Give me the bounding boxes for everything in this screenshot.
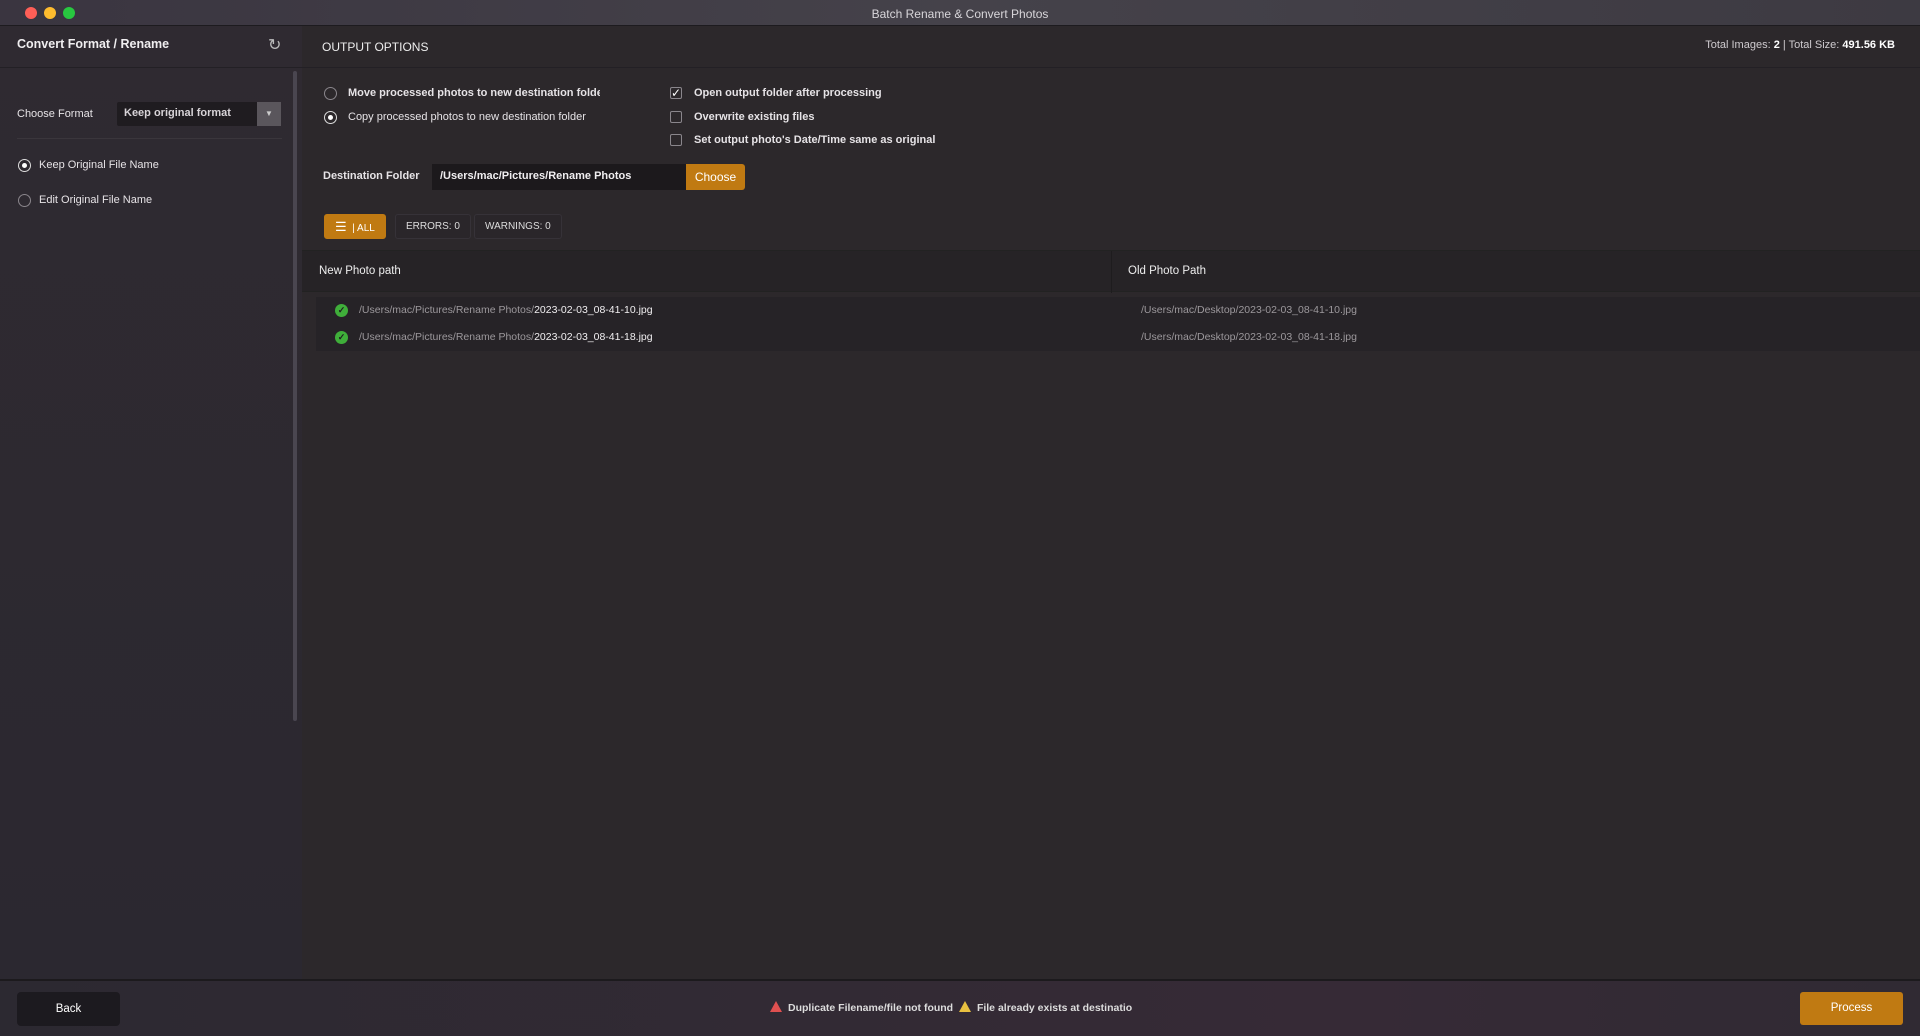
section-title: OUTPUT OPTIONS [322, 40, 429, 54]
sidebar: Convert Format / Rename ↻ Choose Format … [0, 26, 302, 979]
divider [17, 138, 282, 139]
status-legend: Duplicate Filename/file not found File a… [770, 1001, 1132, 1014]
column-divider[interactable] [1111, 251, 1112, 293]
reset-icon[interactable]: ↻ [268, 35, 281, 55]
sidebar-header: Convert Format / Rename ↻ [0, 26, 302, 68]
edit-name-radio[interactable] [18, 194, 31, 207]
overwrite-label: Overwrite existing files [694, 111, 815, 123]
old-path: /Users/mac/Desktop/2023-02-03_08-41-10.j… [1141, 304, 1357, 316]
new-path: /Users/mac/Pictures/Rename Photos/2023-0… [359, 331, 653, 343]
edit-name-label: Edit Original File Name [39, 194, 153, 206]
sidebar-title: Convert Format / Rename [17, 37, 170, 51]
new-path: /Users/mac/Pictures/Rename Photos/2023-0… [359, 304, 653, 316]
format-value: Keep original format [124, 107, 231, 119]
format-label: Choose Format [17, 108, 93, 120]
warning-icon [958, 1001, 971, 1012]
table-header: New Photo path Old Photo Path [302, 250, 1920, 293]
success-check-icon: ✓ [335, 331, 348, 344]
legend-warning: File already exists at destinatio [976, 1002, 1133, 1014]
sidebar-scrollbar[interactable] [293, 71, 297, 721]
chevron-down-icon: ▼ [257, 102, 281, 126]
images-value: 2 [1773, 39, 1780, 51]
filter-all-button[interactable]: ☰ | ALL [324, 214, 386, 239]
open-folder-checkbox[interactable]: ✓ [670, 87, 682, 99]
window-title: Batch Rename & Convert Photos [871, 7, 1049, 21]
old-path: /Users/mac/Desktop/2023-02-03_08-41-18.j… [1141, 331, 1357, 343]
size-value: 491.56 KB [1842, 39, 1895, 51]
table-row[interactable]: ✓ /Users/mac/Pictures/Rename Photos/2023… [316, 297, 1920, 324]
column-old-path[interactable]: Old Photo Path [1128, 265, 1206, 277]
new-file: 2023-02-03_08-41-10.jpg [534, 304, 653, 316]
datetime-checkbox[interactable] [670, 134, 682, 146]
success-check-icon: ✓ [335, 304, 348, 317]
main-panel: OUTPUT OPTIONS Total Images: 2 | Total S… [302, 26, 1920, 979]
table-row[interactable]: ✓ /Users/mac/Pictures/Rename Photos/2023… [316, 324, 1920, 351]
filter-errors-button[interactable]: ERRORS: 0 [395, 214, 471, 239]
overwrite-checkbox[interactable] [670, 111, 682, 123]
open-folder-label: Open output folder after processing [694, 87, 882, 99]
new-dir: /Users/mac/Pictures/Rename Photos/ [359, 304, 535, 316]
datetime-label: Set output photo's Date/Time same as ori… [694, 134, 936, 146]
format-select[interactable]: Keep original format ▼ [117, 102, 281, 126]
column-new-path[interactable]: New Photo path [319, 265, 401, 277]
size-label: Total Size: [1788, 39, 1840, 51]
keep-name-label: Keep Original File Name [39, 159, 159, 171]
main-header: OUTPUT OPTIONS Total Images: 2 | Total S… [302, 26, 1920, 68]
filter-warnings-button[interactable]: WARNINGS: 0 [474, 214, 562, 239]
move-label: Move processed photos to new destination… [348, 87, 600, 99]
totals: Total Images: 2 | Total Size: 491.56 KB [1705, 39, 1895, 51]
copy-label: Copy processed photos to new destination… [348, 111, 586, 123]
destination-label: Destination Folder [323, 170, 420, 182]
legend-error: Duplicate Filename/file not found [788, 1002, 954, 1014]
copy-radio[interactable] [324, 111, 337, 124]
separator: | [1782, 39, 1786, 51]
images-label: Total Images: [1705, 39, 1771, 51]
destination-input[interactable]: /Users/mac/Pictures/Rename Photos [432, 164, 686, 190]
list-icon: ☰ [335, 219, 347, 234]
choose-button[interactable]: Choose [686, 164, 745, 190]
back-button[interactable]: Back [17, 992, 120, 1026]
footer-bar: Back Duplicate Filename/file not found F… [0, 979, 1920, 1036]
process-button[interactable]: Process [1800, 992, 1903, 1025]
move-radio[interactable] [324, 87, 337, 100]
new-dir: /Users/mac/Pictures/Rename Photos/ [359, 331, 535, 343]
error-icon [770, 1001, 782, 1012]
keep-name-radio[interactable] [18, 159, 31, 172]
new-file: 2023-02-03_08-41-18.jpg [534, 331, 653, 343]
filter-all-label: ALL [357, 223, 375, 234]
title-bar: Batch Rename & Convert Photos [0, 0, 1920, 26]
